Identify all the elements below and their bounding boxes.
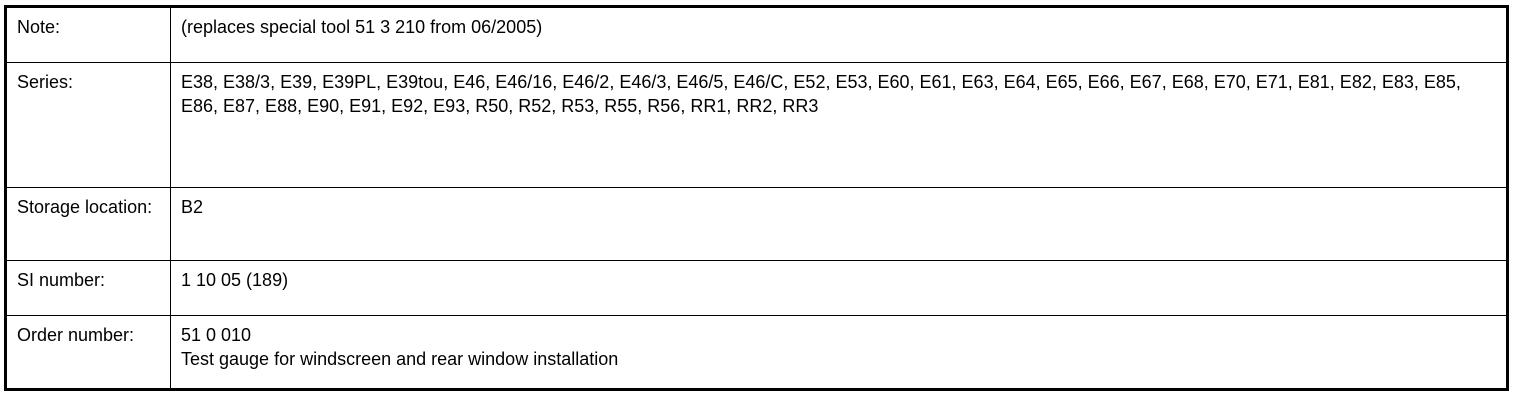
row-label-note: Note: bbox=[7, 8, 171, 63]
order-number-text: 51 0 010 bbox=[181, 324, 252, 345]
storage-location-text: B2 bbox=[181, 196, 204, 217]
table-row-note: Note: (replaces special tool 51 3 210 fr… bbox=[7, 8, 1506, 63]
note-text: (replaces special tool 51 3 210 from 06/… bbox=[181, 17, 543, 37]
table-row-series: Series: E38, E38/3, E39, E39PL, E39tou, … bbox=[7, 61, 1506, 188]
row-value-storage-location: B2 bbox=[170, 186, 1506, 262]
row-label-order-number: Order number: bbox=[7, 314, 171, 388]
row-label-storage-location: Storage location: bbox=[7, 186, 171, 262]
row-value-si-number: 1 10 05 (189) bbox=[170, 260, 1506, 316]
row-value-series: E38, E38/3, E39, E39PL, E39tou, E46, E46… bbox=[170, 61, 1506, 188]
row-label-si-number: SI number: bbox=[7, 260, 171, 316]
row-value-order-number: 51 0 010 Test gauge for windscreen and r… bbox=[170, 314, 1506, 388]
info-table-frame: Note: (replaces special tool 51 3 210 fr… bbox=[4, 5, 1509, 391]
row-label-series: Series: bbox=[7, 61, 171, 188]
table-row-order-number: Order number: 51 0 010 Test gauge for wi… bbox=[7, 314, 1506, 388]
table-row-storage-location: Storage location: B2 bbox=[7, 186, 1506, 262]
si-number-text: 1 10 05 (189) bbox=[181, 270, 289, 291]
tool-info-table: Note: (replaces special tool 51 3 210 fr… bbox=[7, 8, 1506, 388]
series-list-text: E38, E38/3, E39, E39PL, E39tou, E46, E46… bbox=[181, 71, 1461, 116]
table-row-si-number: SI number: 1 10 05 (189) bbox=[7, 260, 1506, 316]
order-description-text: Test gauge for windscreen and rear windo… bbox=[181, 348, 619, 369]
row-value-note: (replaces special tool 51 3 210 from 06/… bbox=[170, 8, 1506, 63]
